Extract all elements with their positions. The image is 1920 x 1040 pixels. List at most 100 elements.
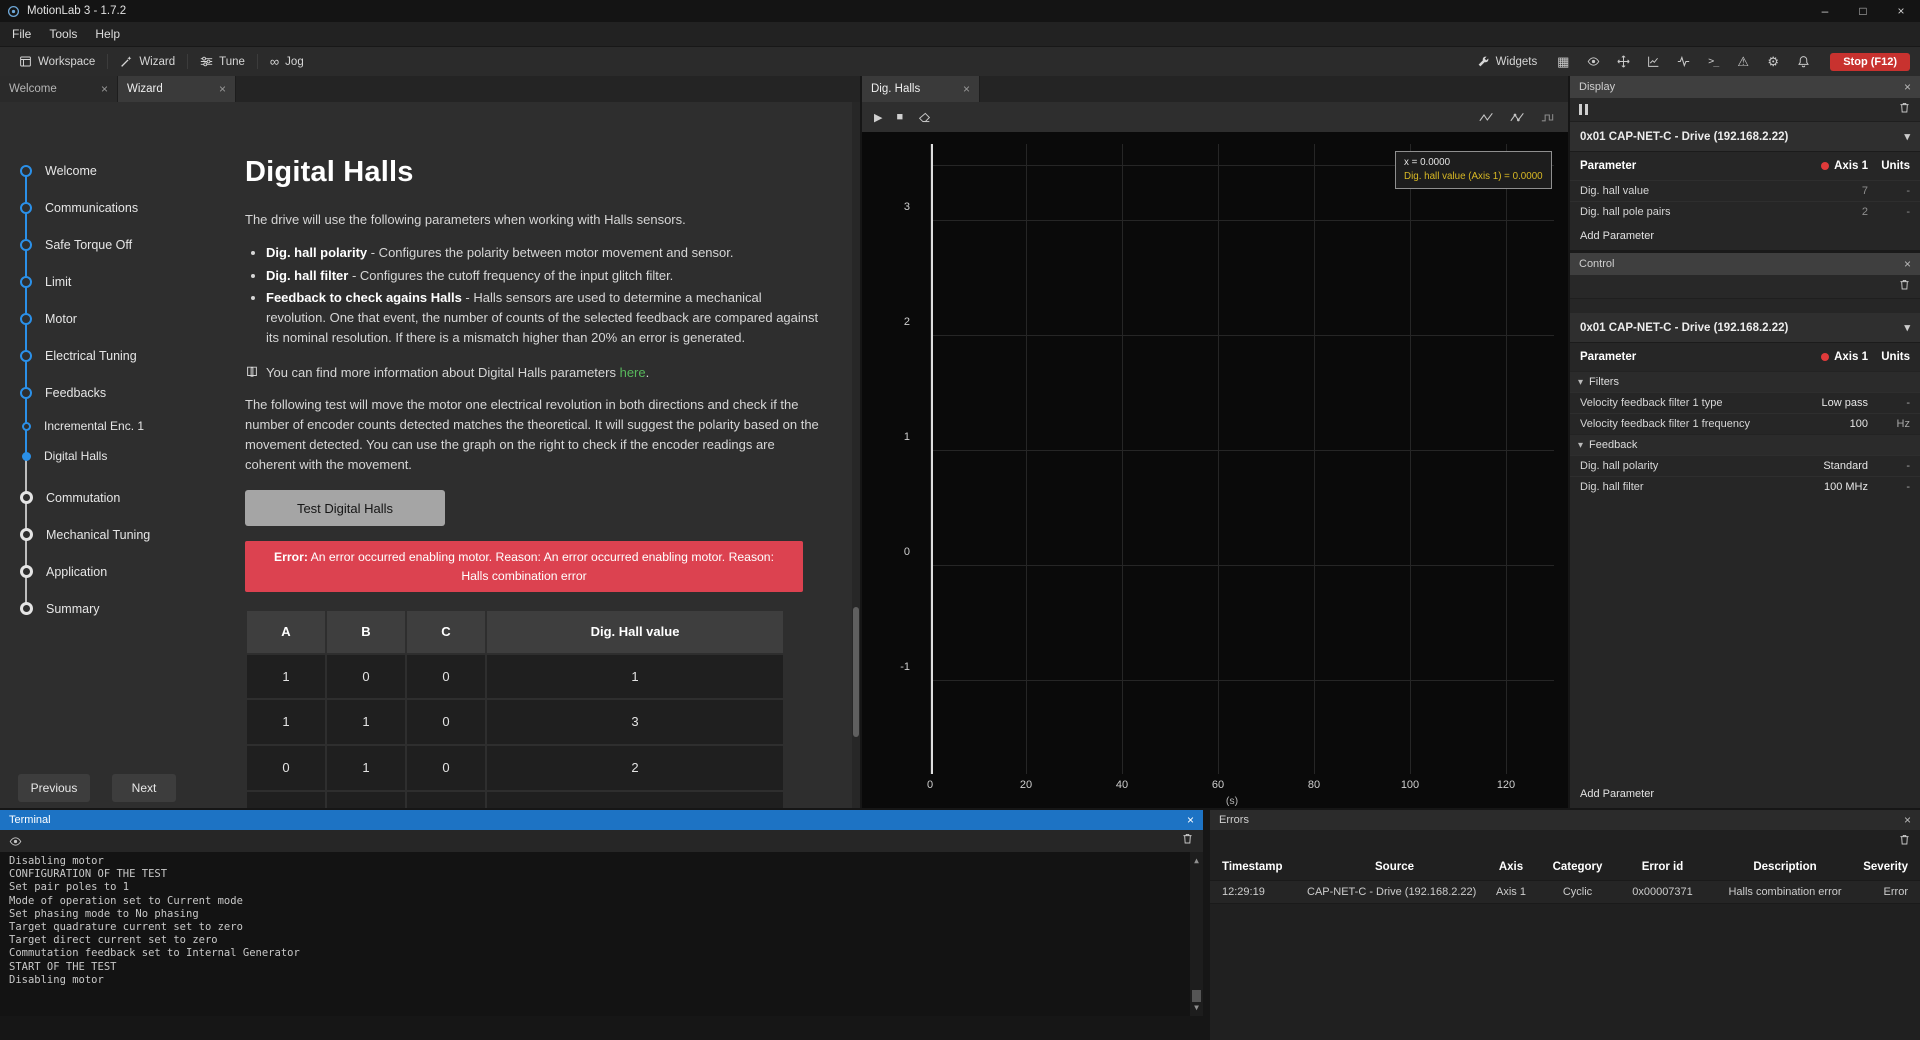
stop-icon[interactable]: ■ [896, 111, 903, 123]
step-welcome[interactable]: Welcome [0, 152, 200, 189]
window-controls: – □ × [1806, 0, 1920, 22]
wand-icon [120, 55, 133, 68]
notifications-button[interactable] [1790, 51, 1816, 73]
close-icon[interactable]: × [1904, 257, 1911, 271]
step-dot [20, 602, 33, 615]
close-icon[interactable]: × [1187, 813, 1194, 827]
menu-file[interactable]: File [3, 24, 40, 44]
close-icon[interactable]: × [1904, 813, 1911, 827]
tune-icon [200, 55, 213, 68]
watch-button[interactable] [1580, 51, 1606, 73]
trash-icon[interactable] [1898, 278, 1911, 296]
menu-tools[interactable]: Tools [40, 24, 86, 44]
step-safe-torque-off[interactable]: Safe Torque Off [0, 226, 200, 263]
step-feedbacks[interactable]: Feedbacks [0, 374, 200, 411]
group-feedback[interactable]: ▾ Feedback [1570, 434, 1920, 455]
jog-button[interactable]: ∞ Jog [261, 50, 313, 73]
signals-button[interactable] [1670, 51, 1696, 73]
book-icon [245, 365, 259, 379]
scroll-up-icon[interactable]: ▲ [1194, 854, 1199, 867]
terminal-button[interactable]: >_ [1700, 51, 1726, 73]
close-icon[interactable]: × [101, 82, 108, 96]
scroll-down-icon[interactable]: ▼ [1194, 1001, 1199, 1014]
here-link[interactable]: here [620, 365, 646, 380]
group-filters[interactable]: ▾ Filters [1570, 371, 1920, 392]
scope-tabbar: Dig. Halls × [862, 76, 1568, 102]
step-incremental-enc-1[interactable]: Incremental Enc. 1 [0, 411, 200, 441]
tune-button[interactable]: Tune [191, 51, 254, 72]
trash-icon[interactable] [1898, 101, 1911, 119]
plot-cursor[interactable] [931, 144, 933, 774]
scope-button[interactable] [1640, 51, 1666, 73]
wizard-button[interactable]: Wizard [111, 51, 184, 72]
scope-plot: 3 2 1 0 -1 0 20 40 60 80 100 120 (s) [862, 132, 1568, 808]
plot-grid-area[interactable] [930, 144, 1554, 774]
minimize-button[interactable]: – [1806, 0, 1844, 22]
step-commutation[interactable]: Commutation [0, 479, 200, 516]
previous-button[interactable]: Previous [18, 774, 90, 802]
eye-icon[interactable] [9, 835, 22, 848]
settings-button[interactable]: ⚙ [1760, 51, 1786, 73]
close-icon[interactable]: × [963, 82, 970, 96]
step-communications[interactable]: Communications [0, 189, 200, 226]
workspace-button[interactable]: Workspace [10, 51, 104, 72]
control-device-select[interactable]: 0x01 CAP-NET-C - Drive (192.168.2.22) ▾ [1570, 313, 1920, 343]
control-add-parameter[interactable]: Add Parameter [1570, 780, 1920, 808]
errors-table-header: Timestamp Source Axis Category Error id … [1210, 854, 1920, 880]
step-digital-halls[interactable]: Digital Halls [0, 441, 200, 471]
menu-help[interactable]: Help [86, 24, 129, 44]
vertical-scrollbar[interactable] [852, 102, 860, 808]
display-add-parameter[interactable]: Add Parameter [1570, 222, 1920, 250]
trash-icon[interactable] [1898, 833, 1911, 851]
chevron-down-icon: ▾ [1578, 440, 1583, 451]
control-columns-header: Parameter Axis 1 Units [1570, 343, 1920, 371]
tab-wizard[interactable]: Wizard × [118, 76, 236, 102]
errors-button[interactable]: ⚠ [1730, 51, 1756, 73]
motion-button[interactable] [1610, 51, 1636, 73]
close-icon[interactable]: × [1904, 80, 1911, 94]
step-limit[interactable]: Limit [0, 263, 200, 300]
pause-icon[interactable] [1579, 104, 1588, 115]
top-region: Welcome × Wizard × Welcome Communi [0, 76, 1920, 808]
signal-step-icon[interactable] [1541, 111, 1556, 124]
terminal-toolbar [0, 830, 1203, 852]
list-item: Dig. hall filter - Configures the cutoff… [266, 266, 820, 286]
scrollbar-thumb[interactable] [1192, 990, 1201, 1002]
tab-dig-halls[interactable]: Dig. Halls × [862, 76, 980, 102]
control-row-filter-type[interactable]: Velocity feedback filter 1 type Low pass… [1570, 392, 1920, 413]
next-button[interactable]: Next [112, 774, 176, 802]
close-button[interactable]: × [1882, 0, 1920, 22]
tab-welcome[interactable]: Welcome × [0, 76, 118, 102]
control-row-filter-frequency[interactable]: Velocity feedback filter 1 frequency 100… [1570, 413, 1920, 434]
table-view-button[interactable]: ▦ [1550, 51, 1576, 73]
display-row-dig-hall-pole-pairs[interactable]: Dig. hall pole pairs 2 - [1570, 201, 1920, 222]
widgets-button[interactable]: Widgets [1468, 51, 1547, 72]
display-panel-header: Display × [1570, 76, 1920, 98]
play-icon[interactable]: ▶ [874, 111, 882, 124]
step-application[interactable]: Application [0, 553, 200, 590]
control-panel: Control × 0x01 CAP-NET-C - Drive (192.16… [1570, 253, 1920, 808]
signal-points-icon[interactable] [1510, 111, 1525, 124]
terminal-scrollbar[interactable]: ▲ ▼ [1190, 852, 1203, 1016]
step-mechanical-tuning[interactable]: Mechanical Tuning [0, 516, 200, 553]
error-row[interactable]: 12:29:19 CAP-NET-C - Drive (192.168.2.22… [1210, 880, 1920, 904]
stop-button[interactable]: Stop (F12) [1830, 53, 1910, 71]
scrollbar-thumb[interactable] [853, 607, 859, 737]
step-dot [20, 350, 32, 362]
step-motor[interactable]: Motor [0, 300, 200, 337]
display-device-select[interactable]: 0x01 CAP-NET-C - Drive (192.168.2.22) ▾ [1570, 122, 1920, 152]
toolbar-separator [187, 54, 188, 69]
x-tick: 20 [1006, 779, 1046, 791]
maximize-button[interactable]: □ [1844, 0, 1882, 22]
display-row-dig-hall-value[interactable]: Dig. hall value 7 - [1570, 180, 1920, 201]
eraser-icon[interactable] [917, 111, 932, 124]
control-row-hall-polarity[interactable]: Dig. hall polarity Standard - [1570, 455, 1920, 476]
close-icon[interactable]: × [219, 82, 226, 96]
signal-line-icon[interactable] [1479, 111, 1494, 124]
errors-toolbar [1210, 830, 1920, 854]
control-row-hall-filter[interactable]: Dig. hall filter 100 MHz - [1570, 476, 1920, 497]
trash-icon[interactable] [1181, 832, 1194, 850]
step-summary[interactable]: Summary [0, 590, 200, 627]
step-electrical-tuning[interactable]: Electrical Tuning [0, 337, 200, 374]
test-digital-halls-button[interactable]: Test Digital Halls [245, 490, 445, 526]
